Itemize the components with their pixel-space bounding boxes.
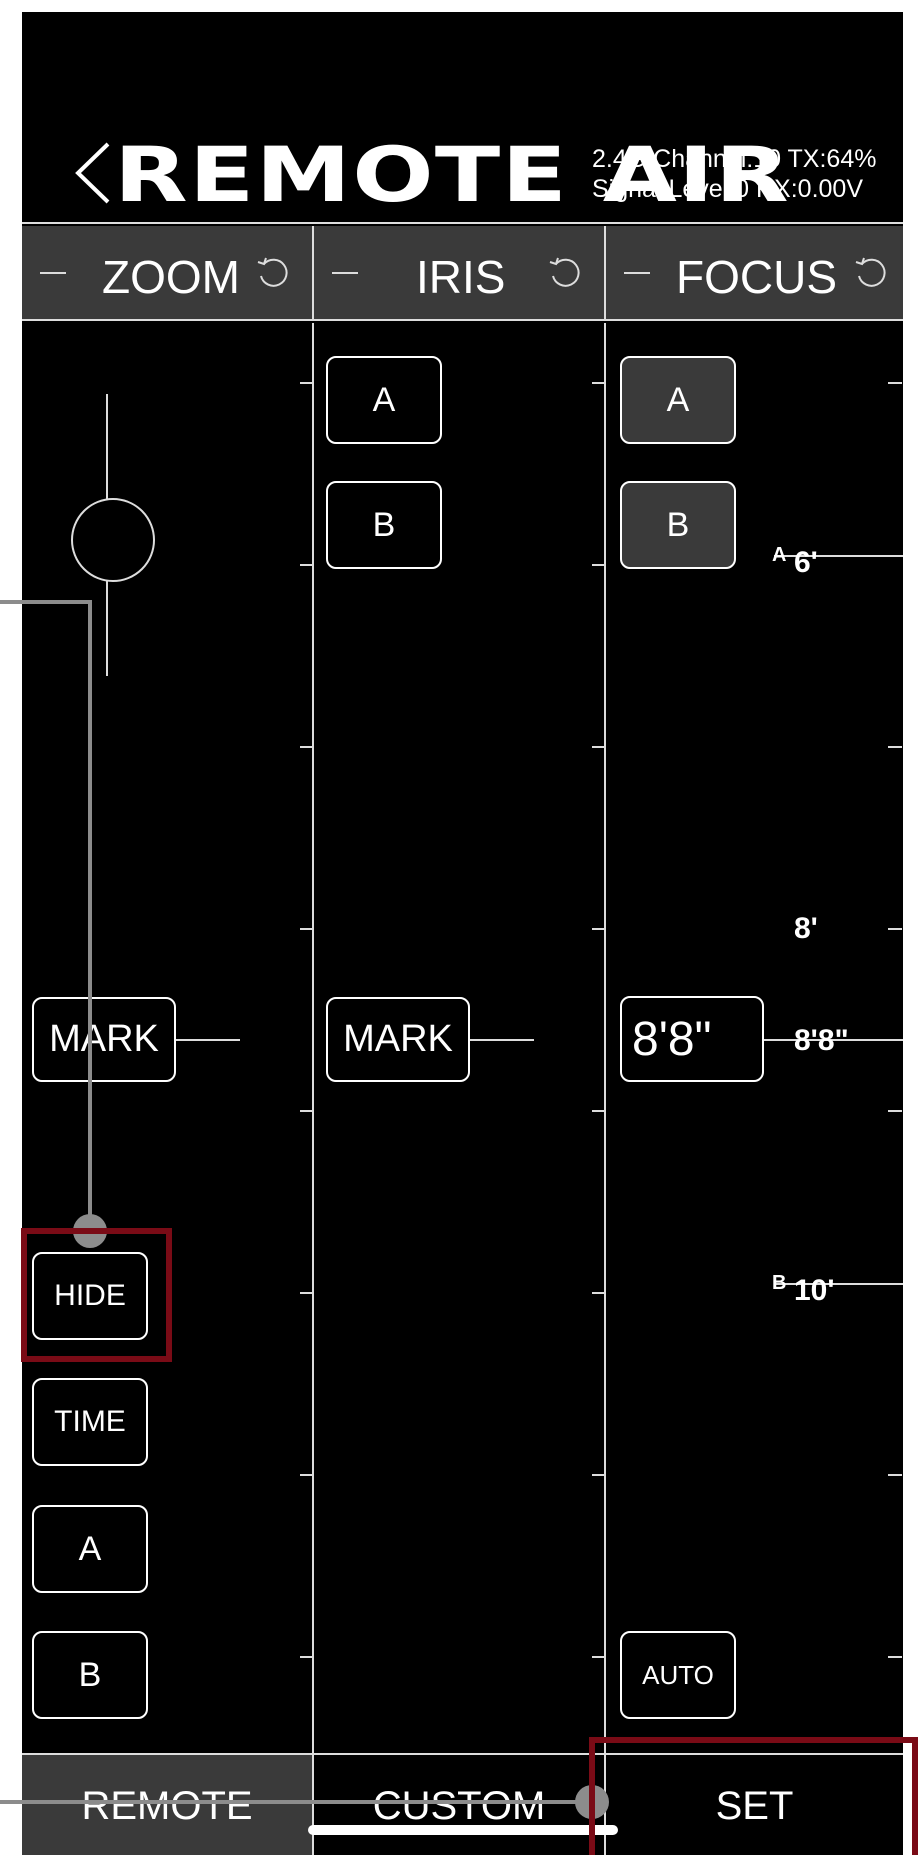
annotation-connector-hide — [0, 600, 92, 1230]
annotation-box-set — [589, 1737, 918, 1855]
annotation-overlay — [0, 600, 918, 1855]
annotation-box-hide — [21, 1228, 172, 1362]
